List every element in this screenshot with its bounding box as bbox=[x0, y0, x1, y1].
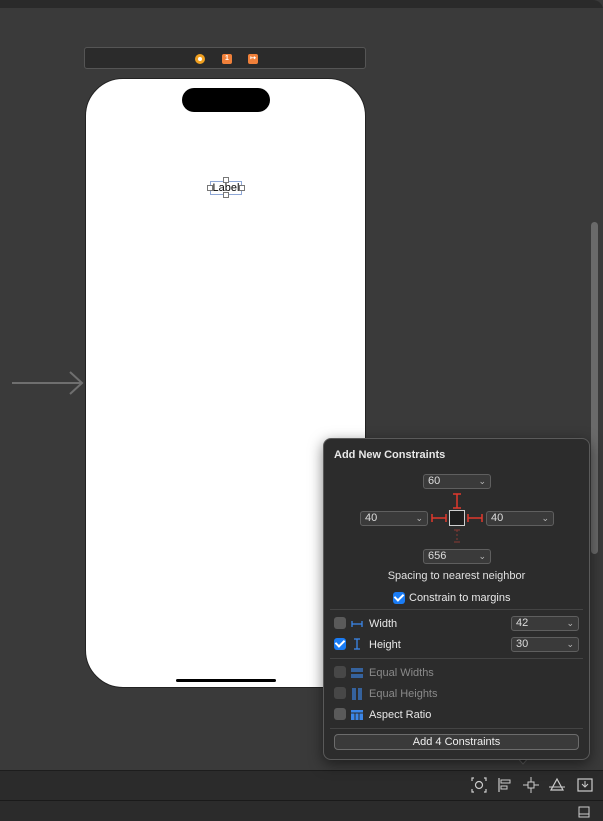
right-spacing-value: 40 bbox=[491, 512, 504, 524]
aspect-ratio-checkbox[interactable] bbox=[334, 708, 346, 720]
height-icon bbox=[354, 638, 360, 650]
divider bbox=[330, 658, 583, 659]
popover-title: Add New Constraints bbox=[334, 449, 446, 461]
equal-heights-checkbox[interactable] bbox=[334, 687, 346, 699]
add-constraints-button[interactable]: Add 4 Constraints bbox=[334, 734, 579, 750]
equal-heights-icon bbox=[352, 688, 362, 700]
view-controller-icon[interactable] bbox=[195, 54, 205, 64]
width-icon bbox=[351, 621, 363, 627]
top-constraint-toggle[interactable] bbox=[451, 492, 463, 510]
height-checkbox[interactable] bbox=[334, 638, 346, 650]
equal-widths-checkbox[interactable] bbox=[334, 666, 346, 678]
left-spacing-value: 40 bbox=[365, 512, 378, 524]
divider bbox=[330, 728, 583, 729]
divider bbox=[330, 609, 583, 610]
top-spacing-value: 60 bbox=[428, 475, 441, 487]
align-icon[interactable] bbox=[496, 776, 514, 794]
bottom-spacing-field[interactable]: 656 ⌄ bbox=[423, 549, 491, 564]
equal-widths-label: Equal Widths bbox=[369, 667, 434, 679]
equal-heights-label: Equal Heights bbox=[369, 688, 438, 700]
resize-handle-bottom[interactable] bbox=[223, 192, 229, 198]
first-responder-icon[interactable]: 1 bbox=[222, 54, 232, 64]
chevron-down-icon: ⌄ bbox=[541, 513, 549, 523]
chevron-down-icon: ⌄ bbox=[478, 551, 486, 561]
update-frames-icon[interactable] bbox=[470, 776, 488, 794]
aspect-ratio-label: Aspect Ratio bbox=[369, 709, 432, 721]
scene-dock: 1 ↦ bbox=[84, 47, 366, 69]
left-spacing-field[interactable]: 40 ⌄ bbox=[360, 511, 428, 526]
vertical-scrollbar[interactable] bbox=[591, 222, 598, 554]
constrain-margins-label: Constrain to margins bbox=[409, 592, 511, 604]
resize-handle-top[interactable] bbox=[223, 177, 229, 183]
chevron-down-icon: ⌄ bbox=[415, 513, 423, 523]
toggle-panel-icon[interactable] bbox=[578, 806, 590, 818]
entry-point-arrow-icon bbox=[12, 371, 84, 395]
debug-area-bar bbox=[0, 800, 603, 821]
exit-icon[interactable]: ↦ bbox=[248, 54, 258, 64]
resolve-issues-icon[interactable] bbox=[548, 776, 566, 794]
resize-handle-left[interactable] bbox=[207, 185, 213, 191]
home-indicator bbox=[176, 679, 276, 682]
add-constraints-icon[interactable] bbox=[522, 776, 540, 794]
height-value-field[interactable]: 30 ⌄ bbox=[511, 637, 579, 652]
constrain-margins-checkbox[interactable] bbox=[393, 592, 405, 604]
spacing-caption: Spacing to nearest neighbor bbox=[387, 570, 526, 582]
equal-widths-icon bbox=[351, 668, 363, 678]
height-label: Height bbox=[369, 639, 401, 651]
resize-handle-right[interactable] bbox=[239, 185, 245, 191]
chevron-down-icon: ⌄ bbox=[566, 618, 574, 628]
window-top-band bbox=[0, 0, 603, 8]
aspect-ratio-icon bbox=[351, 710, 363, 720]
width-value: 42 bbox=[516, 617, 529, 629]
width-checkbox[interactable] bbox=[334, 617, 346, 629]
chevron-down-icon: ⌄ bbox=[478, 476, 486, 486]
width-value-field[interactable]: 42 ⌄ bbox=[511, 616, 579, 631]
embed-in-icon[interactable] bbox=[576, 776, 594, 794]
bottom-spacing-value: 656 bbox=[428, 550, 447, 562]
left-constraint-toggle[interactable] bbox=[430, 512, 448, 524]
add-new-constraints-popover: Add New Constraints 60 ⌄ 40 ⌄ 40 ⌄ 656 ⌄… bbox=[323, 438, 590, 760]
dynamic-island bbox=[182, 88, 270, 112]
top-spacing-field[interactable]: 60 ⌄ bbox=[423, 474, 491, 489]
right-constraint-toggle[interactable] bbox=[466, 512, 484, 524]
bottom-constraint-toggle[interactable] bbox=[451, 528, 463, 544]
chevron-down-icon: ⌄ bbox=[566, 639, 574, 649]
right-spacing-field[interactable]: 40 ⌄ bbox=[486, 511, 554, 526]
selected-view-square bbox=[449, 510, 465, 526]
height-value: 30 bbox=[516, 638, 529, 650]
width-label: Width bbox=[369, 618, 398, 630]
